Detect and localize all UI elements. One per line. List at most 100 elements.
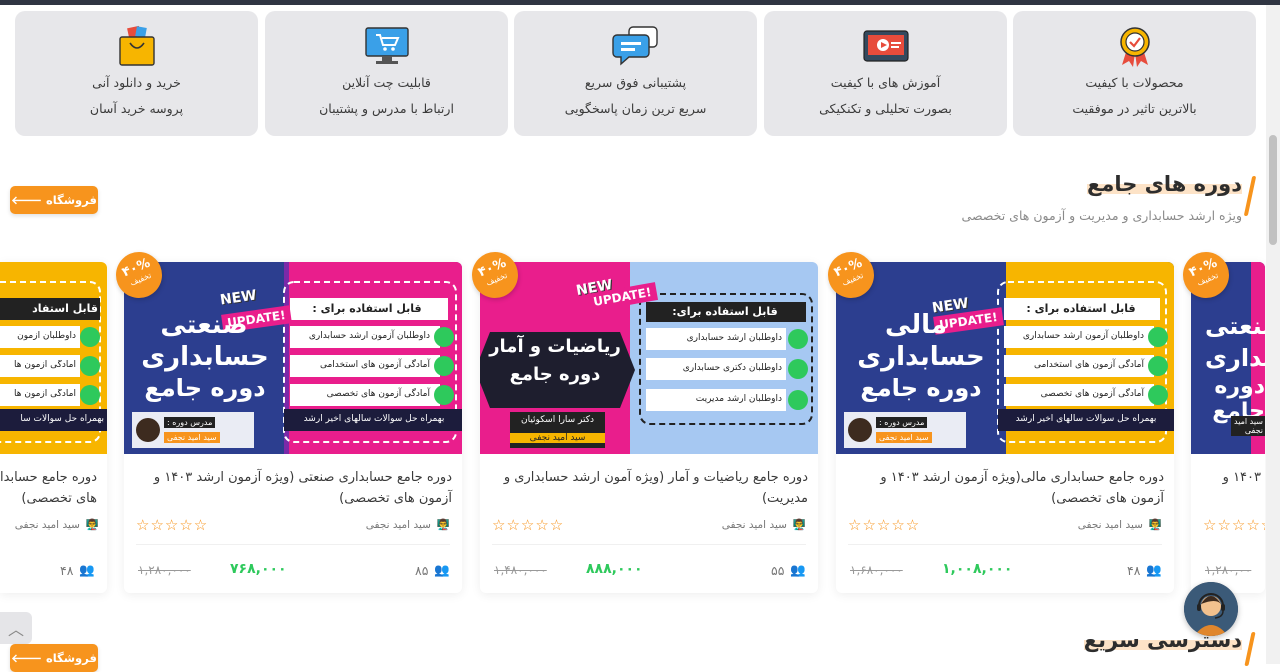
banner-line3: دوره جامع xyxy=(144,374,266,402)
banner-line3: دوره جامع xyxy=(860,374,982,402)
course-title-line: دوره جامع حسابدا xyxy=(0,470,97,485)
course-title[interactable]: ۱۴۰۳ و xyxy=(1197,467,1261,488)
banner-use-title: قابل استفاده برای: xyxy=(672,305,778,318)
feature-subtitle: ارتباط با مدرس و پشتیبان xyxy=(319,101,454,116)
shop-button-label: فروشگاه xyxy=(45,651,97,665)
course-banner xyxy=(0,262,107,454)
students: 👥 ۵۵ xyxy=(771,562,806,578)
teacher-icon: 👨‍🏫 xyxy=(85,519,99,531)
teacher-name: سید امید نجفی xyxy=(1077,518,1143,531)
rating-stars[interactable]: ☆☆☆☆☆ xyxy=(136,516,208,534)
teacher-icon: 👨‍🏫 xyxy=(1148,519,1162,531)
users-icon: 👥 xyxy=(79,562,95,577)
shopping-bag-icon xyxy=(118,25,155,66)
teacher: 👨‍🏫 سید امید نجفی xyxy=(15,518,99,532)
shop-button-label: فروشگاه xyxy=(45,193,97,207)
video-tutorial-icon xyxy=(862,30,909,62)
section-subtitle: ویژه ارشد حسابداری و مدیریت و آزمون های … xyxy=(961,208,1242,223)
banner-item: آمادگی آزمون های تخصصی xyxy=(326,389,430,399)
banner-item: داوطلبان آزمون ارشد حسابداری xyxy=(308,331,430,341)
support-agent-icon xyxy=(1184,582,1238,636)
banner-item: آمادگی آزمون های استخدامی xyxy=(1033,360,1144,370)
feature-instant-download: خرید و دانلود آنی پروسه خرید آسان xyxy=(15,11,258,136)
banner-teacher: سید امید نجفی xyxy=(1231,416,1265,436)
feature-subtitle: بصورت تحلیلی و تکنکیکی xyxy=(819,101,952,116)
course-title[interactable]: دوره جامع ریاضیات و آمار (ویژه آمون ارشد… xyxy=(490,467,808,509)
students: 👥 ۴۸ xyxy=(1127,562,1162,578)
banner-item: داوطلبان ارشد حسابداری xyxy=(686,333,782,343)
section-title: دوره های جامع xyxy=(1087,172,1242,196)
banner-line1: ریاضیات و آمار xyxy=(489,336,621,357)
banner-line2: حسابداری xyxy=(857,342,985,372)
course-card[interactable]: NEW UPDATE! قابل استفاده برای: داوطلبان … xyxy=(480,262,818,593)
scrollbar-thumb[interactable] xyxy=(1269,135,1277,245)
banner-item: داوطلبان آزمون xyxy=(17,331,76,341)
users-icon: 👥 xyxy=(790,562,806,577)
teacher: 👨‍🏫 سید امید نجفی xyxy=(1077,518,1162,532)
teacher-icon: 👨‍🏫 xyxy=(792,519,806,531)
scroll-to-top-button[interactable]: ︿ xyxy=(0,612,32,644)
divider xyxy=(848,544,1162,545)
scrollbar[interactable] xyxy=(1266,5,1280,664)
feature-fast-support: پشتیبانی فوق سریع سریع ترین زمان پاسخگوی… xyxy=(514,11,757,136)
course-card[interactable]: NEW UPDATE! قابل استفاده برای : داوطلبان… xyxy=(124,262,462,593)
banner-item: آمادگی آزمون ها xyxy=(14,389,76,399)
teacher: 👨‍🏫 سید امید نجفی xyxy=(721,518,806,532)
teacher-name: سید امید نجفی xyxy=(365,518,431,531)
rating-stars[interactable]: ☆☆☆☆☆ xyxy=(492,516,564,534)
old-price: ۱,۴۸۰,۰۰۰ xyxy=(494,563,547,577)
teacher-icon: 👨‍🏫 xyxy=(436,519,450,531)
arrow-left-icon: 🡐 xyxy=(11,193,42,207)
price: ۱,۰۰۸,۰۰۰ xyxy=(942,561,1013,577)
old-price: ۱,۲۸۰,۰۰۰ xyxy=(138,563,191,577)
banner-teacher-name: سید امید نجفی xyxy=(164,432,220,443)
banner-item: داوطلبان ارشد مدیریت xyxy=(695,394,782,404)
banner-line3: دوره جامع xyxy=(509,364,601,385)
banner-use-title: قابل استفاد xyxy=(32,302,98,315)
banner-teacher-name: سید امید نجفی xyxy=(876,432,932,443)
section-accent-bar xyxy=(1244,632,1256,666)
banner-item: آمادگی آزمون ها xyxy=(14,360,76,370)
divider xyxy=(136,544,450,545)
course-title[interactable]: دوره جامع حسابداری مالی(ویژه آزمون ارشد … xyxy=(846,467,1164,509)
users-icon: 👥 xyxy=(1146,562,1162,577)
feature-quality-products: محصولات با کیفیت بالاترین تاثیر در موفقی… xyxy=(1013,11,1256,136)
top-bar xyxy=(0,0,1280,5)
course-card-partial-right[interactable]: صنعتی حسابداری دوره جامع سید امید نجفی ۱… xyxy=(1191,262,1265,593)
course-card-partial-left[interactable]: قابل استفاد داوطلبان آزمون آمادگی آزمون … xyxy=(0,262,107,593)
shop-button[interactable]: فروشگاه 🡐 xyxy=(10,186,98,214)
banner-footer: بهمراه حل سوالات سالهای اخیر ارشد xyxy=(1015,414,1157,424)
shop-button-2[interactable]: فروشگاه 🡐 xyxy=(10,644,98,672)
banner-line1: صنعتی xyxy=(1205,312,1265,340)
banner-item: آمادگی آزمون های استخدامی xyxy=(319,360,430,370)
students-count: ۴۸ xyxy=(1126,562,1141,578)
banner-line1: صنعتی xyxy=(160,310,248,340)
support-chat-button[interactable] xyxy=(1184,582,1238,636)
students: 👥 ۴۸ xyxy=(60,562,95,578)
banner-item: داوطلبان آزمون ارشد حسابداری xyxy=(1022,331,1144,341)
banner-line2: حسابداری xyxy=(1205,344,1265,372)
quality-badge-icon xyxy=(1119,27,1150,67)
old-price: ۱,۲۸۰,۰۰ xyxy=(1205,563,1252,577)
banner-item: آمادگی آزمون های تخصصی xyxy=(1040,389,1144,399)
course-card[interactable]: NEW UPDATE! قابل استفاده برای : داوطلبان… xyxy=(836,262,1174,593)
feature-subtitle: پروسه خرید آسان xyxy=(89,101,184,116)
students: 👥 ۸۵ xyxy=(415,562,450,578)
users-icon: 👥 xyxy=(434,562,450,577)
feature-title: آموزش های با کیفیت xyxy=(830,75,941,90)
course-title[interactable]: دوره جامع حسابدا های تخصصی) xyxy=(0,467,97,509)
banner-teacher-name: سید امید نجفی xyxy=(510,433,605,443)
course-title-line: های تخصصی) xyxy=(21,491,97,506)
banner-line2: حسابداری xyxy=(141,342,269,372)
students-count: ۵۵ xyxy=(770,562,785,578)
divider xyxy=(492,544,806,545)
teacher: 👨‍🏫 سید امید نجفی xyxy=(365,518,450,532)
price: ۸۸۸,۰۰۰ xyxy=(586,561,643,577)
banner-teacher-tag: مدرس دوره : xyxy=(164,417,216,428)
chevron-up-icon: ︿ xyxy=(7,620,24,639)
rating-stars[interactable]: ☆☆☆☆☆ xyxy=(848,516,920,534)
course-title[interactable]: دوره جامع حسابداری صنعتی (ویژه آزمون ارش… xyxy=(134,467,452,509)
feature-title: محصولات با کیفیت xyxy=(1085,75,1184,90)
teacher-name: سید امید نجفی xyxy=(721,518,787,531)
banner-teacher-tag: مدرس دوره : xyxy=(876,417,928,428)
